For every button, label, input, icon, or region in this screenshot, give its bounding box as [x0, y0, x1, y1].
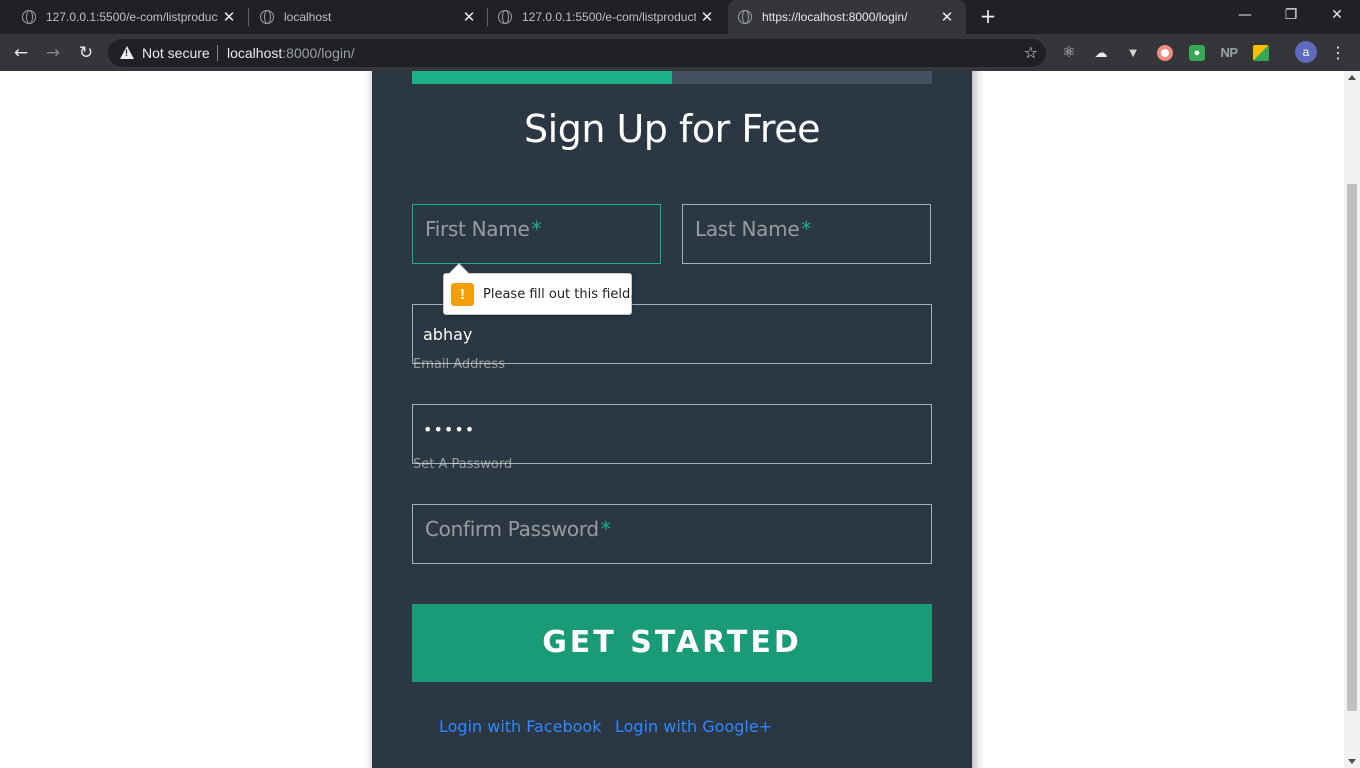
url-host: localhost	[227, 45, 283, 61]
tab-signup[interactable]	[412, 71, 672, 84]
scroll-down-arrow-icon[interactable]	[1348, 759, 1356, 764]
multicolor-icon[interactable]	[1253, 45, 1269, 61]
required-mark: *	[531, 217, 542, 241]
close-icon[interactable]: ✕	[696, 8, 718, 26]
minimize-button[interactable]: —	[1222, 0, 1268, 30]
tab-title: 127.0.0.1:5500/e-com/listproduct	[522, 10, 696, 24]
globe-icon	[498, 10, 512, 24]
new-tab-button[interactable]: +	[977, 5, 999, 27]
reload-icon[interactable]: ↻	[74, 41, 98, 65]
warning-icon[interactable]	[120, 46, 134, 59]
address-divider	[217, 45, 218, 61]
scrollbar-thumb[interactable]	[1347, 184, 1357, 711]
page-viewport: Sign Up for Free First Name * Last Name * …	[0, 71, 1344, 768]
browser-toolbar: ← → ↻ Not secure localhost:8000/login/ ☆…	[0, 34, 1360, 71]
window-close-button[interactable]: ✕	[1314, 0, 1360, 30]
record-icon[interactable]	[1157, 45, 1173, 61]
np-icon[interactable]: NP	[1219, 43, 1239, 63]
signup-form-panel: Sign Up for Free First Name * Last Name * …	[372, 71, 972, 768]
tab-login[interactable]	[672, 71, 932, 84]
warning-icon: !	[451, 283, 474, 306]
url-path: :8000/login/	[282, 45, 355, 61]
vue-icon[interactable]: ▼	[1123, 43, 1143, 63]
first-name-field[interactable]: First Name *	[412, 204, 661, 264]
validation-message: Please fill out this field.	[483, 287, 635, 302]
password-field[interactable]: •••••	[412, 404, 932, 464]
globe-icon	[738, 10, 752, 24]
vertical-scrollbar[interactable]	[1344, 71, 1360, 768]
required-mark: *	[801, 217, 812, 241]
restore-button[interactable]: ❐	[1268, 0, 1314, 30]
avatar[interactable]: a	[1295, 41, 1317, 63]
cloud-icon[interactable]: ☁	[1091, 43, 1111, 63]
first-name-placeholder: First Name *	[425, 217, 542, 241]
login-facebook-link[interactable]: Login with Facebook	[439, 717, 601, 736]
close-icon[interactable]: ✕	[936, 8, 958, 26]
back-arrow-icon[interactable]: ←	[9, 41, 33, 65]
confirm-password-placeholder: Confirm Password *	[425, 517, 611, 541]
login-google-link[interactable]: Login with Google+	[615, 717, 772, 736]
close-icon[interactable]: ✕	[218, 8, 240, 26]
browser-tab-strip: 127.0.0.1:5500/e-com/listproduct ✕ local…	[0, 0, 1360, 34]
tab-title: localhost	[284, 10, 332, 24]
email-value: abhay	[423, 325, 473, 344]
password-value: •••••	[423, 420, 476, 439]
address-bar[interactable]: Not secure localhost:8000/login/ ☆	[108, 39, 1046, 67]
tab-title: 127.0.0.1:5500/e-com/listproduct	[46, 10, 218, 24]
page-title: Sign Up for Free	[524, 107, 820, 151]
react-icon[interactable]: ⚛	[1059, 43, 1079, 63]
globe-icon	[260, 10, 274, 24]
tab-listproduct-2[interactable]: 127.0.0.1:5500/e-com/listproduct ✕	[476, 0, 726, 34]
last-name-placeholder: Last Name *	[695, 217, 812, 241]
tab-localhost[interactable]: localhost ✕	[238, 0, 488, 34]
validation-tooltip: ! Please fill out this field.	[443, 263, 635, 315]
url-text[interactable]: localhost:8000/login/	[227, 45, 355, 61]
last-name-field[interactable]: Last Name *	[682, 204, 931, 264]
get-started-button[interactable]: GET STARTED	[412, 604, 932, 682]
shield-icon[interactable]: ●	[1189, 45, 1205, 61]
bookmark-star-icon[interactable]: ☆	[1024, 43, 1038, 62]
menu-kebab-icon[interactable]: ⋮	[1330, 43, 1346, 62]
forward-arrow-icon[interactable]: →	[41, 41, 65, 65]
password-label: Set A Password	[413, 457, 513, 472]
scroll-up-arrow-icon[interactable]	[1348, 75, 1356, 80]
required-mark: *	[600, 517, 611, 541]
tab-title: https://localhost:8000/login/	[762, 10, 908, 24]
security-status[interactable]: Not secure	[142, 45, 210, 61]
globe-icon	[22, 10, 36, 24]
tab-login-active[interactable]: https://localhost:8000/login/ ✕	[728, 0, 966, 34]
confirm-password-field[interactable]: Confirm Password *	[412, 504, 932, 564]
email-label: Email Address	[413, 357, 505, 372]
tab-listproduct-1[interactable]: 127.0.0.1:5500/e-com/listproduct ✕	[0, 0, 248, 34]
